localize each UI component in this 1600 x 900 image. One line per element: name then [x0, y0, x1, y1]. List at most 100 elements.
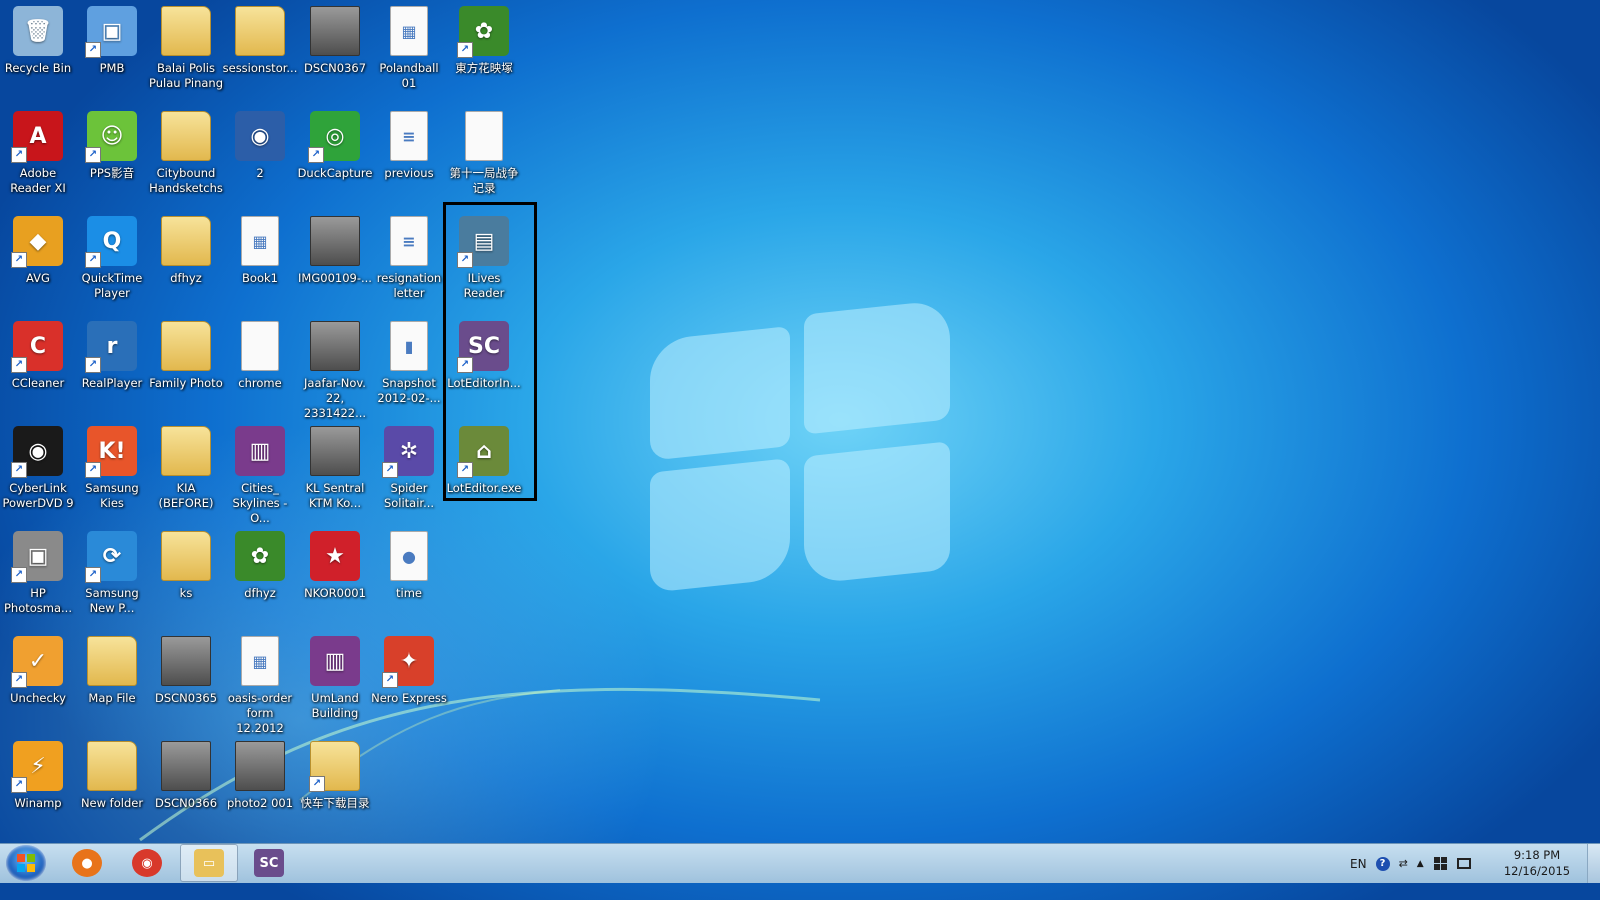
- desktop-icon[interactable]: DSCN0367: [297, 2, 373, 106]
- chrome-button[interactable]: ◉: [118, 844, 176, 882]
- desktop-icon[interactable]: 第十一局战争记录: [446, 107, 522, 211]
- desktop-icon[interactable]: ▣ ↗ PMB: [74, 2, 150, 106]
- desktop-icon[interactable]: r ↗ RealPlayer: [74, 317, 150, 421]
- shortcut-arrow-icon: ↗: [382, 462, 398, 478]
- desktop-icon[interactable]: ≡ resignation letter: [371, 212, 447, 316]
- icon-glyph: ▤: [473, 228, 495, 254]
- desktop-icon[interactable]: Map File: [74, 632, 150, 736]
- shortcut-arrow-icon: ↗: [11, 777, 27, 793]
- desktop-icon[interactable]: chrome: [222, 317, 298, 421]
- icon-glyph: 🗑: [24, 18, 52, 44]
- icon-glyph: ▦: [252, 651, 268, 671]
- desktop-icon[interactable]: ks: [148, 527, 224, 631]
- desktop-icon[interactable]: Family Photo: [148, 317, 224, 421]
- desktop-icon[interactable]: ▦ Polandball 01: [371, 2, 447, 106]
- desktop-icon[interactable]: ✦ ↗ Nero Express: [371, 632, 447, 736]
- desktop-icon[interactable]: KL Sentral KTM Ko...: [297, 422, 373, 526]
- desktop-icon[interactable]: K! ↗ Samsung Kies: [74, 422, 150, 526]
- desktop-icon[interactable]: ◉ ↗ CyberLink PowerDVD 9: [0, 422, 76, 526]
- photo-icon: [161, 741, 211, 791]
- desktop-icon[interactable]: DSCN0365: [148, 632, 224, 736]
- desktop-icon[interactable]: ✿ dfhyz: [222, 527, 298, 631]
- desktop-icon[interactable]: ◉ 2: [222, 107, 298, 211]
- taskbar-clock[interactable]: 9:18 PM 12/16/2015: [1502, 847, 1572, 879]
- shortcut-arrow-icon: ↗: [11, 147, 27, 163]
- folder-icon: [87, 741, 137, 791]
- desktop-icon[interactable]: ▥ UmLand Building: [297, 632, 373, 736]
- desktop-icon[interactable]: ★ NKOR0001: [297, 527, 373, 631]
- desktop-icon[interactable]: ▥ Cities_ Skylines - O...: [222, 422, 298, 526]
- desktop-icon-label: chrome: [238, 376, 282, 390]
- desktop-icon-label: oasis-order form 12.2012: [227, 691, 293, 735]
- desktop-icon-label: Jaafar-Nov. 22, 2331422...: [303, 376, 367, 420]
- clock-time: 9:18 PM: [1513, 848, 1561, 862]
- desktop-icon[interactable]: SC ↗ LotEditorIn...: [446, 317, 522, 421]
- network-monitor-icon[interactable]: [1456, 858, 1471, 869]
- desktop-icon[interactable]: IMG00109-...: [297, 212, 373, 316]
- icon-glyph: ≡: [402, 126, 416, 146]
- loteditor-taskbar-icon: SC: [254, 849, 284, 877]
- desktop-icon[interactable]: 🗑 Recycle Bin: [0, 2, 76, 106]
- pps-player-icon: ☺ ↗: [85, 111, 137, 163]
- desktop-icon[interactable]: ▮ Snapshot 2012-02-...: [371, 317, 447, 421]
- icon-glyph: ▣: [27, 543, 49, 569]
- folder-icon: [161, 321, 211, 371]
- desktop-icon[interactable]: New folder: [74, 737, 150, 841]
- photo-icon: [310, 216, 360, 266]
- desktop-icon[interactable]: ▦ Book1: [222, 212, 298, 316]
- desktop-icon[interactable]: ✲ ↗ Spider Solitair...: [371, 422, 447, 526]
- desktop-icon[interactable]: Balai Polis Pulau Pinang: [148, 2, 224, 106]
- desktop-icon[interactable]: sessionstor...: [222, 2, 298, 106]
- icon-glyph: A: [29, 123, 47, 149]
- file-explorer-button[interactable]: ▭: [180, 844, 238, 882]
- start-button[interactable]: [6, 845, 46, 881]
- unchecky-icon: ✓ ↗: [11, 636, 63, 688]
- desktop-icon[interactable]: ● time: [371, 527, 447, 631]
- photo-icon: [235, 741, 285, 791]
- language-indicator[interactable]: EN: [1350, 857, 1367, 871]
- winamp-icon: ⚡ ↗: [11, 741, 63, 793]
- desktop-icon[interactable]: ⌂ ↗ LotEditor.exe: [446, 422, 522, 526]
- desktop-icon[interactable]: ⟳ ↗ Samsung New P...: [74, 527, 150, 631]
- desktop-icon[interactable]: ≡ previous: [371, 107, 447, 211]
- desktop-icon[interactable]: dfhyz: [148, 212, 224, 316]
- help-icon[interactable]: ?: [1375, 856, 1390, 871]
- desktop-icon[interactable]: ⚡ ↗ Winamp: [0, 737, 76, 841]
- desktop-icon[interactable]: ✿ ↗ 東方花映塚: [446, 2, 522, 106]
- tray-network-icon[interactable]: ⇄: [1399, 857, 1408, 870]
- desktop-icon[interactable]: ▦ oasis-order form 12.2012: [222, 632, 298, 736]
- desktop-icon[interactable]: ✓ ↗ Unchecky: [0, 632, 76, 736]
- desktop-icon[interactable]: Jaafar-Nov. 22, 2331422...: [297, 317, 373, 421]
- icon-glyph: ✦: [399, 648, 419, 674]
- desktop-icon[interactable]: photo2 001: [222, 737, 298, 841]
- desktop-icon[interactable]: ↗ 快车下载目录: [297, 737, 373, 841]
- shortcut-arrow-icon: ↗: [308, 147, 324, 163]
- shortcut-arrow-icon: ↗: [85, 462, 101, 478]
- show-desktop-button[interactable]: [1587, 844, 1600, 883]
- desktop-icon-label: KL Sentral KTM Ko...: [305, 481, 365, 510]
- desktop-icon[interactable]: A ↗ Adobe Reader XI: [0, 107, 76, 211]
- tray-chevron-icon[interactable]: ▲: [1417, 859, 1424, 869]
- desktop-icon-label: KIA (BEFORE): [158, 481, 214, 510]
- desktop-icon[interactable]: ◆ ↗ AVG: [0, 212, 76, 316]
- desktop-icon[interactable]: ☺ ↗ PPS影音: [74, 107, 150, 211]
- icon-glyph: ▥: [249, 438, 271, 464]
- desktop-icon[interactable]: ▣ ↗ HP Photosma...: [0, 527, 76, 631]
- loteditor-taskbar-button[interactable]: SC: [240, 844, 298, 882]
- action-center-flag-icon[interactable]: [1433, 857, 1447, 870]
- desktop-icon[interactable]: KIA (BEFORE): [148, 422, 224, 526]
- desktop-icon[interactable]: ◎ ↗ DuckCapture: [297, 107, 373, 211]
- desktop-icon[interactable]: DSCN0366: [148, 737, 224, 841]
- desktop-icon[interactable]: ▤ ↗ ILives Reader: [446, 212, 522, 316]
- desktop-icon[interactable]: C ↗ CCleaner: [0, 317, 76, 421]
- flag-image-icon: ★: [310, 531, 360, 581]
- desktop-icon[interactable]: Citybound Handsketchs: [148, 107, 224, 211]
- icon-glyph: ●: [402, 546, 416, 566]
- desktop-icon-label: sessionstor...: [222, 61, 298, 75]
- desktop-icon[interactable]: Q ↗ QuickTime Player: [74, 212, 150, 316]
- desktop-icon-label: New folder: [80, 796, 144, 810]
- firefox-button[interactable]: ●: [58, 844, 116, 882]
- desktop-icon-label: CCleaner: [11, 376, 65, 390]
- image-icon: ◉: [235, 111, 285, 161]
- icon-glyph: ☺: [100, 123, 124, 149]
